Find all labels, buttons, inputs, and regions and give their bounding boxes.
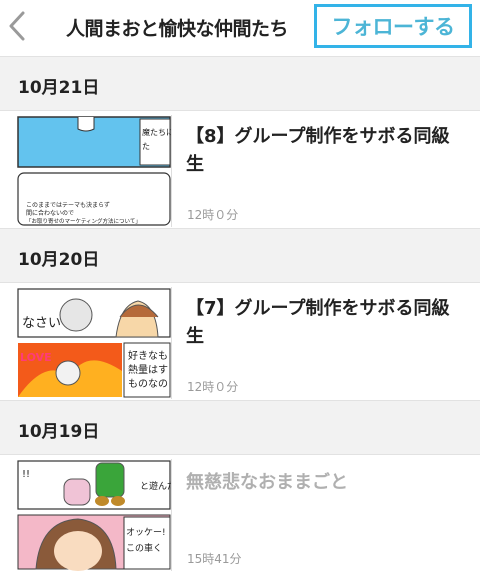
- chevron-left-icon: [9, 11, 25, 41]
- list-item[interactable]: 魔たちに た このままではテーマも決まらず 間に合わないので 「お取り寄せのマー…: [0, 111, 480, 232]
- date-header: 10月19日: [0, 400, 480, 455]
- svg-text:間に合わないので: 間に合わないので: [26, 209, 74, 217]
- svg-text:好きなも: 好きなも: [128, 350, 168, 362]
- svg-text:LOVE: LOVE: [20, 351, 52, 364]
- svg-text:ものなの: ものなの: [128, 378, 168, 390]
- svg-text:魔たちに: 魔たちに: [142, 127, 172, 137]
- entry-timestamp: 15時41分: [187, 552, 242, 566]
- svg-text:熱量はす: 熱量はす: [128, 363, 168, 376]
- comic-thumbnail: !! と遊んだ オッケー! この車く: [16, 459, 172, 571]
- svg-text:この車く: この車く: [126, 542, 162, 554]
- svg-text:なさい: なさい: [22, 316, 61, 331]
- date-header: 10月20日: [0, 228, 480, 283]
- entry-timestamp: 12時０分: [187, 380, 239, 394]
- svg-text:た: た: [142, 142, 150, 151]
- date-label: 10月21日: [18, 78, 100, 98]
- nav-header: 人間まおと愉快な仲間たち フォローする: [0, 0, 480, 52]
- svg-text:このままではテーマも決まらず: このままではテーマも決まらず: [26, 201, 110, 209]
- entry-title: 【7】グループ制作をサボる同級生: [186, 298, 450, 347]
- date-label: 10月19日: [18, 422, 100, 442]
- comic-thumbnail: 魔たちに た このままではテーマも決まらず 間に合わないので 「お取り寄せのマー…: [16, 115, 172, 227]
- svg-text:オッケー!: オッケー!: [126, 527, 166, 538]
- entry-title: 無慈悲なおままごと: [186, 472, 348, 493]
- list-item[interactable]: !! と遊んだ オッケー! この車く 無慈悲なおままごと 15時41分: [0, 455, 480, 573]
- follow-button[interactable]: フォローする: [314, 4, 472, 48]
- entry-timestamp: 12時０分: [187, 208, 239, 222]
- svg-text:と遊んだ: と遊んだ: [140, 480, 172, 492]
- date-header: 10月21日: [0, 56, 480, 111]
- back-button[interactable]: [4, 8, 32, 44]
- comic-thumbnail: なさい LOVE 好きなも 熱量はす ものなの: [16, 287, 172, 399]
- svg-text:!!: !!: [22, 469, 30, 480]
- date-label: 10月20日: [18, 250, 100, 270]
- list-item[interactable]: なさい LOVE 好きなも 熱量はす ものなの 【7】グループ制作をサボる同級生…: [0, 283, 480, 404]
- page-title: 人間まおと愉快な仲間たち: [66, 18, 289, 40]
- entry-title: 【8】グループ制作をサボる同級生: [186, 126, 450, 175]
- svg-text:「お取り寄せのマーケティング方法について」: 「お取り寄せのマーケティング方法について」: [26, 217, 141, 225]
